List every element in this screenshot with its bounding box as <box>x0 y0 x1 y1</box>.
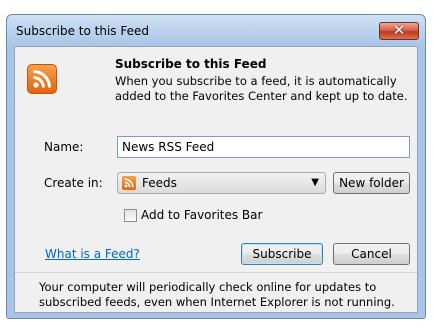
add-to-favorites-bar-checkbox[interactable] <box>124 209 137 222</box>
cancel-button[interactable]: Cancel <box>333 243 410 265</box>
new-folder-button[interactable]: New folder <box>333 172 410 194</box>
name-label: Name: <box>44 140 84 154</box>
dialog-body: Subscribe to this Feed When you subscrib… <box>14 46 418 313</box>
create-in-select[interactable]: Feeds ▼ <box>117 172 326 194</box>
chevron-down-icon: ▼ <box>311 177 319 188</box>
what-is-a-feed-link[interactable]: What is a Feed? <box>45 247 140 261</box>
separator <box>15 272 417 273</box>
create-in-label: Create in: <box>44 176 103 190</box>
rss-glyph <box>33 70 51 88</box>
title-bar[interactable]: Subscribe to this Feed ✕ <box>7 15 425 47</box>
dialog-description: When you subscribe to a feed, it is auto… <box>115 74 408 103</box>
subscribe-dialog: Subscribe to this Feed ✕ Subscribe to th… <box>6 14 426 319</box>
close-icon: ✕ <box>392 21 406 39</box>
add-to-favorites-bar-label: Add to Favorites Bar <box>141 208 263 222</box>
close-button[interactable]: ✕ <box>379 21 419 40</box>
footer-note: Your computer will periodically check on… <box>39 280 395 309</box>
name-input[interactable] <box>117 136 410 158</box>
subscribe-button[interactable]: Subscribe <box>241 243 323 265</box>
create-in-selected: Feeds <box>142 176 177 190</box>
window-title: Subscribe to this Feed <box>16 24 149 38</box>
folder-feed-icon <box>122 176 136 190</box>
rss-icon <box>27 64 57 94</box>
dialog-heading: Subscribe to this Feed <box>115 57 267 71</box>
